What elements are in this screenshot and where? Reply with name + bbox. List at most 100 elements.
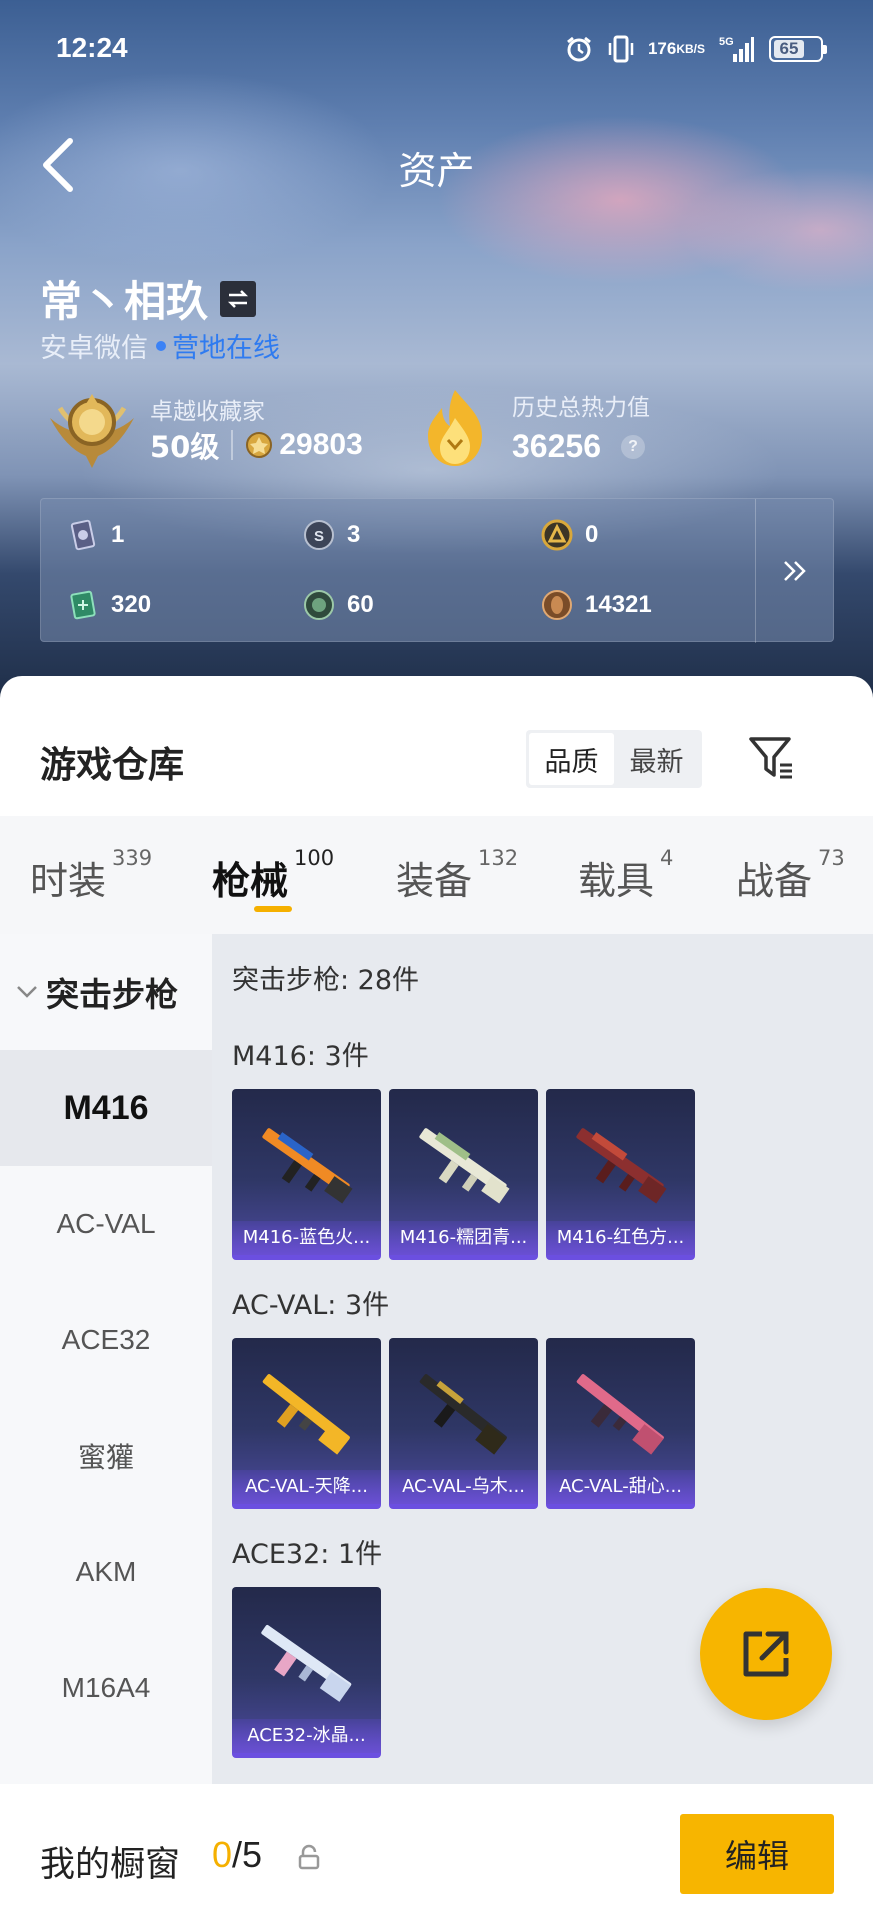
skin-card[interactable]: AC-VAL-乌木... [389, 1338, 538, 1509]
currency-more-button[interactable] [755, 499, 833, 643]
ticket-icon [70, 590, 96, 620]
sidebar-group-assault-rifle[interactable]: 突击步枪 [0, 934, 212, 1050]
filter-button[interactable] [744, 730, 800, 786]
chevron-down-icon [17, 986, 37, 998]
skin-card[interactable]: ACE32-冰晶... [232, 1587, 381, 1758]
battery-icon: 65 [769, 36, 827, 62]
active-tab-indicator [254, 906, 292, 912]
divider [231, 430, 234, 460]
currency-item[interactable]: S 3 [303, 519, 360, 551]
share-external-icon [743, 1631, 789, 1677]
skin-card[interactable]: AC-VAL-天降... [232, 1338, 381, 1509]
skin-name: M416-红色方... [546, 1221, 695, 1255]
sidebar-item-m416[interactable]: M416 [0, 1050, 212, 1166]
card-icon [70, 519, 96, 551]
rifle-blue-fire-icon [262, 1128, 353, 1204]
tab-supplies[interactable]: 战备73 [736, 846, 845, 905]
sidebar-item-ace32[interactable]: ACE32 [0, 1282, 212, 1398]
showcase-count: 0/5 [212, 1834, 262, 1876]
tab-label: 载具 [578, 859, 655, 903]
skin-name: ACE32-冰晶... [232, 1719, 381, 1753]
currency-item[interactable]: 320 [67, 589, 151, 621]
svg-text:5G: 5G [719, 36, 734, 48]
skin-name: M416-糯团青... [389, 1221, 538, 1255]
tab-count: 100 [294, 846, 335, 870]
share-fab-button[interactable] [700, 1588, 832, 1720]
sidebar-item-honey-badger[interactable]: 蜜獾 [0, 1398, 212, 1514]
tab-count: 132 [478, 846, 519, 870]
tab-count: 4 [660, 846, 674, 870]
currency-item[interactable]: 60 [303, 589, 374, 621]
currency-item[interactable]: 0 [541, 519, 598, 551]
sidebar-item-m16a4[interactable]: M16A4 [0, 1630, 212, 1746]
collector-level: 50级 [150, 430, 220, 464]
sidebar-item-akm[interactable]: AKM [0, 1514, 212, 1630]
collector-stats[interactable]: 50级 29803 [150, 424, 363, 466]
tab-label: 装备 [396, 859, 473, 903]
showcase-label: 我的橱窗 [40, 1845, 181, 1885]
skin-card[interactable]: M416-糯团青... [389, 1089, 538, 1260]
heat-number: 36256 [512, 428, 601, 464]
rifle-white-icon [419, 1128, 510, 1204]
signal-5g-icon: 5G [719, 34, 755, 64]
status-icons: 176 KB/S 5G 65 [564, 34, 827, 64]
tab-equipment[interactable]: 装备132 [396, 846, 518, 905]
currency-grid: 1 S 3 0 320 60 14321 [41, 499, 757, 643]
section-title-ace32: ACE32: 1件 [232, 1539, 383, 1570]
currency-value: 0 [585, 521, 599, 548]
currency-item[interactable]: 14321 [541, 589, 652, 621]
help-icon[interactable]: ? [620, 434, 645, 459]
skin-name: M416-蓝色火... [232, 1221, 381, 1255]
showcase-bar: 我的橱窗 0/5 编辑 [0, 1784, 873, 1920]
sidebar-item-ac-val[interactable]: AC-VAL [0, 1166, 212, 1282]
sort-quality-option[interactable]: 品质 [529, 733, 614, 785]
collector-coin-icon [246, 432, 273, 458]
sort-newest-option[interactable]: 最新 [614, 733, 699, 785]
status-time: 12:24 [56, 32, 128, 63]
collector-medal-icon [50, 394, 134, 468]
tab-label: 时装 [30, 859, 107, 903]
hero-background: 12:24 176 KB/S 5G 65 资产 常丶相玖 安卓微信 营地在线 卓… [0, 0, 873, 700]
rifle-gold-icon [262, 1374, 350, 1455]
gold-badge-icon [541, 519, 573, 551]
currency-value: 320 [111, 591, 152, 618]
showcase-current: 0 [212, 1834, 233, 1875]
skin-card[interactable]: AC-VAL-甜心... [546, 1338, 695, 1509]
heat-title: 历史总热力值 [512, 395, 650, 421]
rifle-ebony-icon [419, 1374, 507, 1455]
weapon-type-sidebar: 突击步枪 M416 AC-VAL ACE32 蜜獾 AKM M16A4 [0, 934, 212, 1784]
rifle-pink-icon [576, 1374, 664, 1455]
net-speed-indicator: 176 KB/S [647, 39, 705, 58]
section-title-ac-val: AC-VAL: 3件 [232, 1290, 390, 1321]
green-coin-icon [304, 590, 334, 620]
tab-count: 339 [112, 846, 153, 870]
section-title-m416: M416: 3件 [232, 1041, 369, 1072]
skin-name: AC-VAL-甜心... [546, 1470, 695, 1504]
currency-item[interactable]: 1 [67, 519, 124, 551]
edit-button[interactable]: 编辑 [680, 1814, 834, 1894]
skin-card[interactable]: M416-蓝色火... [232, 1089, 381, 1260]
user-platform: 安卓微信 [40, 333, 148, 364]
currency-value: 1 [111, 521, 125, 548]
skin-name: AC-VAL-天降... [232, 1470, 381, 1504]
heat-flame-icon [428, 390, 482, 466]
filter-icon [749, 737, 792, 779]
skin-card[interactable]: M416-红色方... [546, 1089, 695, 1260]
category-summary: 突击步枪: 28件 [232, 965, 420, 996]
currency-value: 3 [347, 521, 361, 548]
tab-label: 战备 [736, 859, 813, 903]
tab-vehicles[interactable]: 载具4 [578, 846, 673, 905]
currency-panel: 1 S 3 0 320 60 14321 [40, 498, 834, 643]
switch-account-icon[interactable] [220, 280, 257, 317]
lock-icon [298, 1844, 320, 1870]
sort-toggle: 品质 最新 [526, 730, 702, 788]
currency-value: 60 [347, 591, 374, 618]
sidebar-group-label: 突击步枪 [46, 975, 178, 1014]
collector-points: 29803 [279, 428, 363, 461]
tab-weapons[interactable]: 枪械100 [212, 846, 334, 905]
bronze-coin-icon [542, 590, 572, 620]
category-tabs: 时装339 枪械100 装备132 载具4 战备73 [0, 816, 873, 934]
tab-outfits[interactable]: 时装339 [30, 846, 152, 905]
user-name-text: 常丶相玖 [40, 277, 209, 326]
alarm-icon [564, 34, 594, 64]
